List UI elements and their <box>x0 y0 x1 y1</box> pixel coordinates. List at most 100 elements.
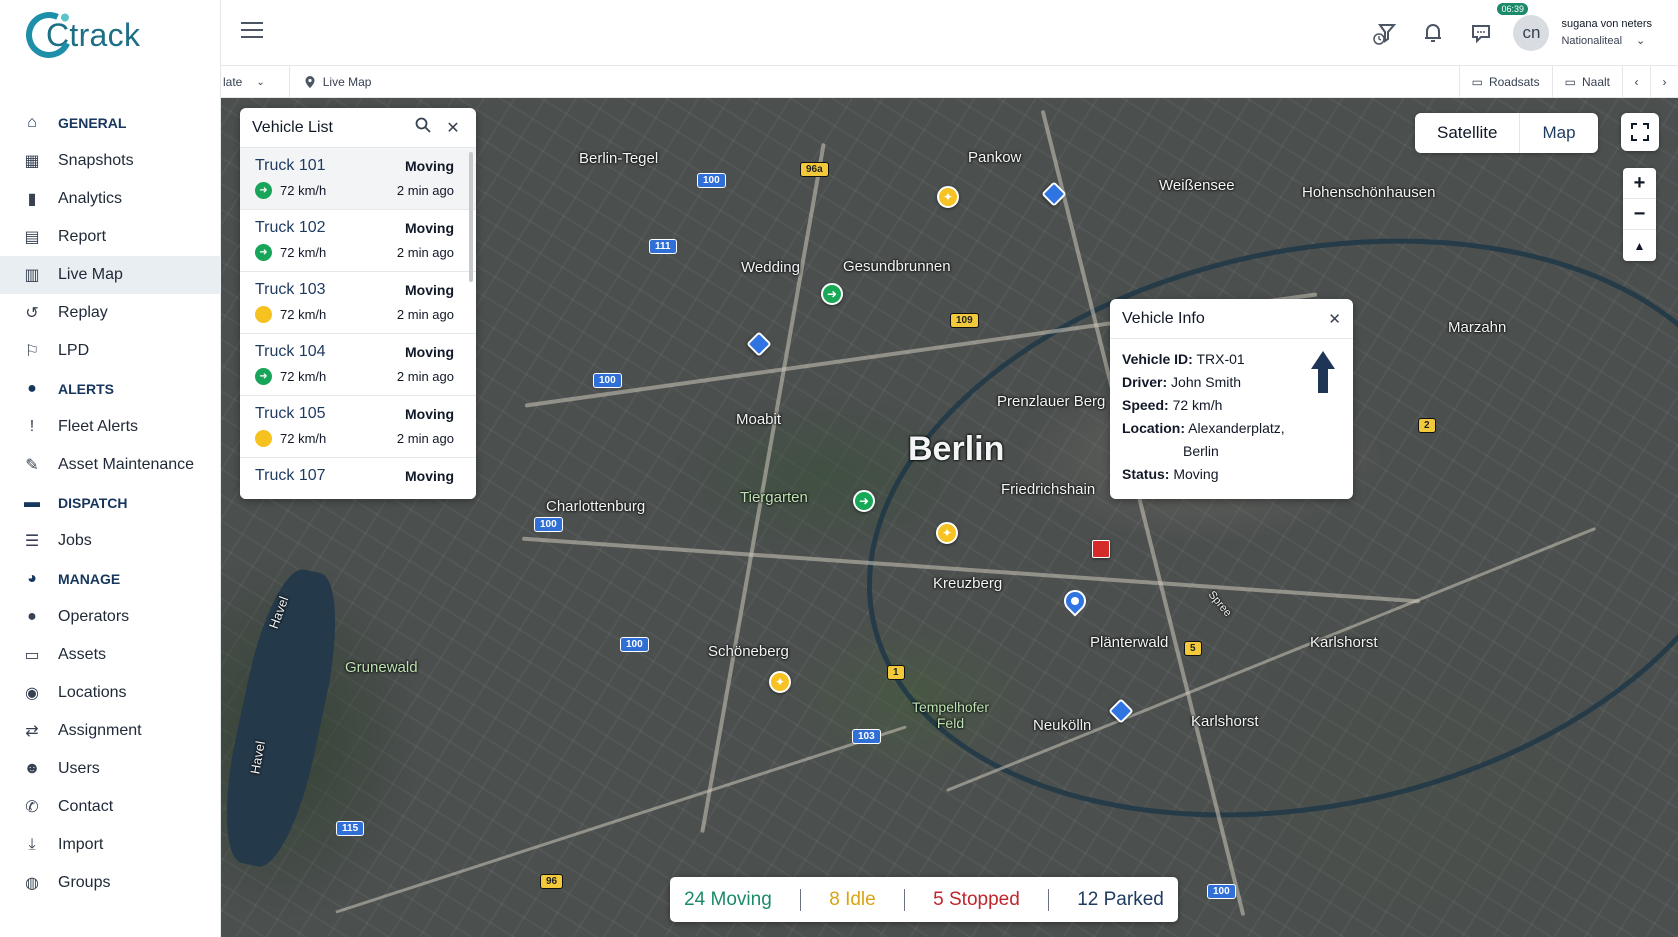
map-button[interactable]: Map <box>1519 113 1597 153</box>
sidebar-item-contact[interactable]: ✆ Contact <box>0 788 221 826</box>
place-label: Kreuzberg <box>933 575 1003 592</box>
vehicle-row[interactable]: Truck 103 Moving 72 km/h 2 min ago <box>240 272 476 334</box>
user-avatar[interactable]: 06:39 cn <box>1497 3 1550 51</box>
avatar-initials: cn <box>1522 23 1541 42</box>
place-label: Plänterwald <box>1090 634 1169 651</box>
road <box>700 142 826 834</box>
roadsats-button[interactable]: ▭ Roadsats <box>1458 66 1552 98</box>
vehicle-status: Moving <box>405 468 454 484</box>
sidebar-item-snapshots[interactable]: ▦ Snapshots <box>0 142 221 180</box>
template-dropdown[interactable]: late ⌄ <box>223 66 275 98</box>
sidebar-item-asset-maintenance[interactable]: ✎ Asset Maintenance <box>0 446 221 484</box>
sidebar-item-analytics[interactable]: ▮ Analytics <box>0 180 221 218</box>
sidebar-item-groups[interactable]: ◍ Groups <box>0 864 221 902</box>
place-label: Schöneberg <box>708 643 789 660</box>
sidebar-item-label: Import <box>58 836 104 853</box>
sidebar-item-label: Asset Maintenance <box>58 456 195 473</box>
status-value: Moving <box>1173 466 1219 482</box>
sidebar-item-users[interactable]: ☻ Users <box>0 750 221 788</box>
sidebar-item-label: Assets <box>58 646 107 663</box>
vehicle-marker-idle[interactable]: ✦ <box>936 522 958 544</box>
road-shield: 100 <box>697 173 726 188</box>
road-shield: 100 <box>1207 884 1236 899</box>
naalt-button[interactable]: ▭ Naalt <box>1551 66 1622 98</box>
moving-arrow-icon: ➜ <box>255 368 272 385</box>
idle-count[interactable]: 8 Idle <box>829 889 875 911</box>
vehicle-status: Moving <box>405 344 454 360</box>
vehicle-marker-moving[interactable]: ➜ <box>853 490 875 512</box>
vehicle-speed: 72 km/h <box>280 369 327 384</box>
moving-count[interactable]: 24 Moving <box>684 889 772 911</box>
sidebar-item-operators[interactable]: ● Operators <box>0 598 221 636</box>
top-bar: 06:39 cn sugana von neters Nationaliteal… <box>221 0 1678 66</box>
parked-count[interactable]: 12 Parked <box>1077 889 1164 911</box>
vehicle-name: Truck 104 <box>255 343 326 360</box>
calendar-icon: ▭ <box>1471 75 1483 89</box>
sidebar-item-fleet-alerts[interactable]: ! Fleet Alerts <box>0 408 221 446</box>
road-shield: 103 <box>852 729 881 744</box>
contact-icon: ✆ <box>25 799 39 816</box>
vehicle-row[interactable]: Truck 105 Moving 72 km/h 2 min ago <box>240 396 476 458</box>
vehicle-name: Truck 103 <box>255 281 326 298</box>
road-shield: 100 <box>534 517 563 532</box>
assignment-icon: ⇄ <box>25 723 39 740</box>
sidebar-item-lpd[interactable]: ⚐ LPD <box>0 332 221 370</box>
dispatch-icon: ▬ <box>24 494 40 511</box>
vehicle-marker-stopped[interactable] <box>1092 540 1110 558</box>
speed-label: Speed: <box>1122 397 1169 413</box>
chat-icon[interactable] <box>1463 15 1499 51</box>
nav-section-label: MANAGE <box>58 571 121 587</box>
user-menu[interactable]: sugana von neters Nationaliteal ⌄ <box>1561 16 1652 50</box>
driver-label: Driver: <box>1122 374 1168 390</box>
sidebar-item-report[interactable]: ▤ Report <box>0 218 221 256</box>
sidebar-item-label: Analytics <box>58 190 123 207</box>
sidebar-item-import[interactable]: ⤓ Import <box>0 826 221 864</box>
place-label: Moabit <box>736 411 782 428</box>
bell-icon[interactable] <box>1415 15 1451 51</box>
vehicle-row[interactable]: Truck 107 Moving <box>240 458 476 499</box>
replay-icon: ↺ <box>25 305 39 322</box>
stopped-count[interactable]: 5 Stopped <box>933 889 1020 911</box>
filter-icon[interactable] <box>1367 15 1403 51</box>
vehicle-status: Moving <box>405 220 454 236</box>
vehicle-marker-idle[interactable]: ✦ <box>769 671 791 693</box>
sidebar-item-locations[interactable]: ◉ Locations <box>0 674 221 712</box>
satellite-button[interactable]: Satellite <box>1415 113 1519 153</box>
prev-arrow-icon[interactable]: ‹ <box>1622 66 1650 98</box>
sidebar-item-label: Replay <box>58 304 108 321</box>
vehicle-row[interactable]: Truck 104 Moving ➜ 72 km/h 2 min ago <box>240 334 476 396</box>
sidebar-item-replay[interactable]: ↺ Replay <box>0 294 221 332</box>
sidebar-item-assets[interactable]: ▭ Assets <box>0 636 221 674</box>
fullscreen-icon[interactable] <box>1621 113 1659 151</box>
compass-button[interactable]: ▲ <box>1623 230 1656 261</box>
vehicle-marker-moving[interactable]: ➜ <box>821 283 843 305</box>
road-shield: 96a <box>800 162 829 177</box>
road-shield: 1 <box>887 665 905 680</box>
vehicle-status: Moving <box>405 282 454 298</box>
sidebar-item-assignment[interactable]: ⇄ Assignment <box>0 712 221 750</box>
idle-dot-icon <box>255 306 272 323</box>
status-row: Status: Moving <box>1122 463 1341 486</box>
vehicle-row[interactable]: Truck 102 Moving ➜ 72 km/h 2 min ago <box>240 210 476 272</box>
nav-section-label: GENERAL <box>58 115 127 131</box>
vehicle-marker-idle[interactable]: ✦ <box>937 186 959 208</box>
zoom-in-button[interactable]: + <box>1623 168 1656 199</box>
vehicle-row[interactable]: Truck 101 Moving ➜ 72 km/h 2 min ago <box>240 148 476 210</box>
sidebar-item-label: Snapshots <box>58 152 134 169</box>
sidebar-item-live-map[interactable]: ▥ Live Map <box>0 256 221 294</box>
close-icon[interactable]: ✕ <box>1328 310 1341 328</box>
next-arrow-icon[interactable]: › <box>1650 66 1678 98</box>
search-icon[interactable] <box>412 117 434 138</box>
breadcrumb-live-map[interactable]: Live Map <box>304 66 382 98</box>
sidebar-item-jobs[interactable]: ☰ Jobs <box>0 522 221 560</box>
place-label: Karlshorst <box>1310 634 1378 651</box>
close-icon[interactable]: ✕ <box>442 118 464 138</box>
hamburger-menu-icon[interactable] <box>241 22 263 38</box>
sidebar-item-label: Assignment <box>58 722 142 739</box>
manage-icon: ◕ <box>27 570 37 587</box>
fleet-status-bar: 24 Moving 8 Idle 5 Stopped 12 Parked <box>670 877 1178 922</box>
ctrack-logo[interactable]: Ctrack <box>19 5 140 65</box>
zoom-out-button[interactable]: − <box>1623 199 1656 230</box>
scrollbar[interactable] <box>469 152 473 282</box>
place-label: Charlottenburg <box>546 498 646 515</box>
